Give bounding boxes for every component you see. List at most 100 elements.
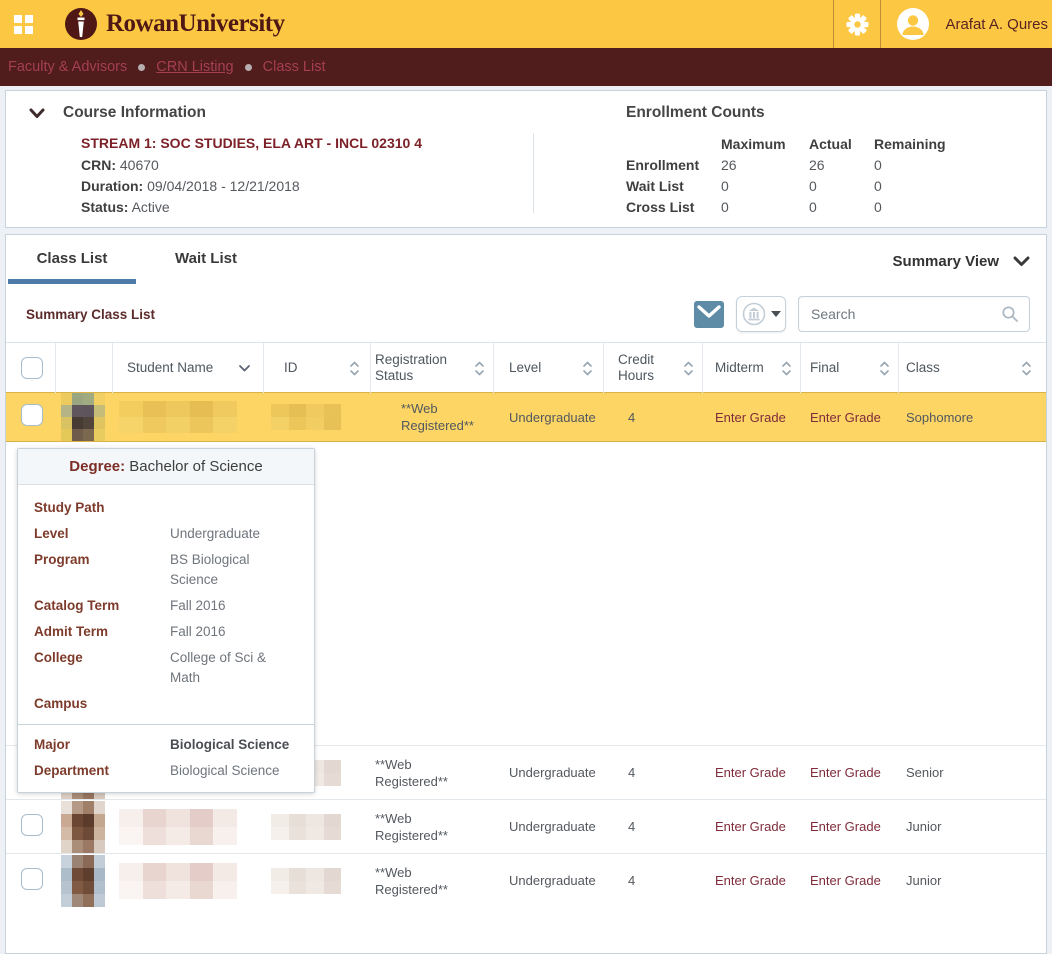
user-menu[interactable]: Arafat A. Qures xyxy=(881,0,1052,48)
breadcrumb: Faculty & Advisors CRN Listing Class Lis… xyxy=(0,48,1052,86)
card-field-campus: Campus xyxy=(18,691,314,717)
column-header-level[interactable]: Level xyxy=(494,343,604,393)
credit-hours-cell: 4 xyxy=(604,409,703,426)
course-information-panel: Course Information STREAM 1: SOC STUDIES… xyxy=(5,90,1047,228)
course-information-title: Course Information xyxy=(63,104,206,122)
breadcrumb-faculty-advisors[interactable]: Faculty & Advisors xyxy=(8,59,127,75)
top-bar: RowanUniversity Arafat A. Qures xyxy=(0,0,1052,48)
column-header-id[interactable]: ID xyxy=(264,343,371,393)
registration-status-cell: **Web Registered** xyxy=(371,864,494,898)
enrollment-counts-title: Enrollment Counts xyxy=(626,104,765,121)
search-box xyxy=(798,296,1030,332)
summary-class-list-title: Summary Class List xyxy=(26,307,155,322)
bank-circle-icon xyxy=(742,302,766,326)
redacted-student-photo xyxy=(61,393,105,441)
grid-menu-icon xyxy=(14,15,33,34)
email-button[interactable] xyxy=(694,301,724,328)
export-options-button[interactable] xyxy=(736,296,786,332)
breadcrumb-separator-dot xyxy=(138,64,145,71)
sort-both-icon[interactable] xyxy=(582,360,593,377)
class-cell: Sophomore xyxy=(899,409,1046,426)
search-input[interactable] xyxy=(809,305,1001,323)
redacted-student-id xyxy=(271,868,341,894)
column-header-credit-hours[interactable]: Credit Hours xyxy=(604,343,703,393)
status-line: Status: Active xyxy=(81,197,533,218)
credit-hours-cell: 4 xyxy=(604,818,703,835)
redacted-student-id xyxy=(271,404,341,430)
breadcrumb-separator-dot xyxy=(245,64,252,71)
tab-wait-list[interactable]: Wait List xyxy=(150,250,262,284)
level-cell: Undergraduate xyxy=(494,764,604,781)
level-cell: Undergraduate xyxy=(494,872,604,889)
final-enter-grade-link[interactable]: Enter Grade xyxy=(810,819,881,834)
user-avatar-icon xyxy=(895,6,931,42)
final-enter-grade-link[interactable]: Enter Grade xyxy=(810,765,881,780)
column-header-photo xyxy=(56,343,113,393)
panel-divider xyxy=(533,133,534,213)
column-header-class[interactable]: Class xyxy=(899,343,1046,393)
select-all-checkbox[interactable] xyxy=(21,357,43,379)
card-field-admit-term: Admit TermFall 2016 xyxy=(18,619,314,645)
table-row-selected[interactable]: **Web Registered** Undergraduate 4 Enter… xyxy=(6,392,1046,442)
registration-status-cell: **Web Registered** xyxy=(371,400,494,434)
settings-button[interactable] xyxy=(834,0,880,48)
caret-down-icon xyxy=(771,311,781,317)
breadcrumb-class-list: Class List xyxy=(263,59,326,75)
duration-line: Duration: 09/04/2018 - 12/21/2018 xyxy=(81,176,533,197)
user-name: Arafat A. Qures xyxy=(945,16,1048,33)
card-field-department: DepartmentBiological Science xyxy=(18,758,314,784)
student-degree-card: Degree: Bachelor of Science Study Path L… xyxy=(17,448,315,793)
column-header-midterm[interactable]: Midterm xyxy=(703,343,801,393)
class-cell: Junior xyxy=(899,818,1046,835)
degree-value: Bachelor of Science xyxy=(129,458,262,475)
row-checkbox[interactable] xyxy=(21,868,43,890)
sort-both-icon[interactable] xyxy=(474,360,485,377)
redacted-student-photo xyxy=(61,801,105,853)
view-selector[interactable]: Summary View xyxy=(893,253,1030,284)
chevron-down-icon xyxy=(1013,256,1030,267)
breadcrumb-crn-listing[interactable]: CRN Listing xyxy=(156,59,233,75)
enrollment-counts: Enrollment Counts Maximum Actual Remaini… xyxy=(533,104,964,227)
redacted-student-name xyxy=(119,863,237,899)
course-title: STREAM 1: SOC STUDIES, ELA ART - INCL 02… xyxy=(81,133,533,154)
table-row[interactable]: **Web Registered** Undergraduate 4 Enter… xyxy=(6,799,1046,853)
class-cell: Junior xyxy=(899,872,1046,889)
column-header-registration-status[interactable]: Registration Status xyxy=(371,343,494,393)
midterm-enter-grade-link[interactable]: Enter Grade xyxy=(715,873,786,888)
row-checkbox[interactable] xyxy=(21,814,43,836)
sort-desc-icon[interactable] xyxy=(238,364,251,373)
envelope-icon xyxy=(697,305,721,323)
search-icon xyxy=(1001,305,1019,323)
table-toolbar: Summary Class List xyxy=(6,284,1046,342)
card-field-program: ProgramBS Biological Science xyxy=(18,547,314,593)
sort-both-icon[interactable] xyxy=(1021,360,1032,377)
sort-both-icon[interactable] xyxy=(349,360,360,377)
midterm-enter-grade-link[interactable]: Enter Grade xyxy=(715,410,786,425)
column-header-student-name[interactable]: Student Name xyxy=(113,343,264,393)
table-row[interactable]: **Web Registered** Undergraduate 4 Enter… xyxy=(6,853,1046,907)
tab-class-list[interactable]: Class List xyxy=(8,250,136,284)
column-header-final[interactable]: Final xyxy=(801,343,899,393)
gear-icon xyxy=(845,12,870,37)
app-menu-button[interactable] xyxy=(0,0,46,48)
rowan-university-logo[interactable]: RowanUniversity xyxy=(64,7,285,41)
card-field-catalog-term: Catalog TermFall 2016 xyxy=(18,593,314,619)
sort-both-icon[interactable] xyxy=(781,360,792,377)
final-enter-grade-link[interactable]: Enter Grade xyxy=(810,410,881,425)
sort-both-icon[interactable] xyxy=(879,360,890,377)
midterm-enter-grade-link[interactable]: Enter Grade xyxy=(715,819,786,834)
card-field-major: MajorBiological Science xyxy=(18,732,314,758)
row-checkbox[interactable] xyxy=(21,404,43,426)
final-enter-grade-link[interactable]: Enter Grade xyxy=(810,873,881,888)
popup-zone: Degree: Bachelor of Science Study Path L… xyxy=(6,442,1046,745)
degree-label: Degree: xyxy=(69,458,125,475)
card-field-study-path: Study Path xyxy=(18,495,314,521)
university-name: RowanUniversity xyxy=(106,10,285,38)
level-cell: Undergraduate xyxy=(494,409,604,426)
midterm-enter-grade-link[interactable]: Enter Grade xyxy=(715,765,786,780)
redacted-student-name xyxy=(119,401,237,433)
tab-bar: Class List Wait List Summary View xyxy=(6,235,1046,284)
sort-both-icon[interactable] xyxy=(683,360,694,377)
collapse-chevron-icon[interactable] xyxy=(29,108,45,119)
redacted-student-photo xyxy=(61,855,105,907)
